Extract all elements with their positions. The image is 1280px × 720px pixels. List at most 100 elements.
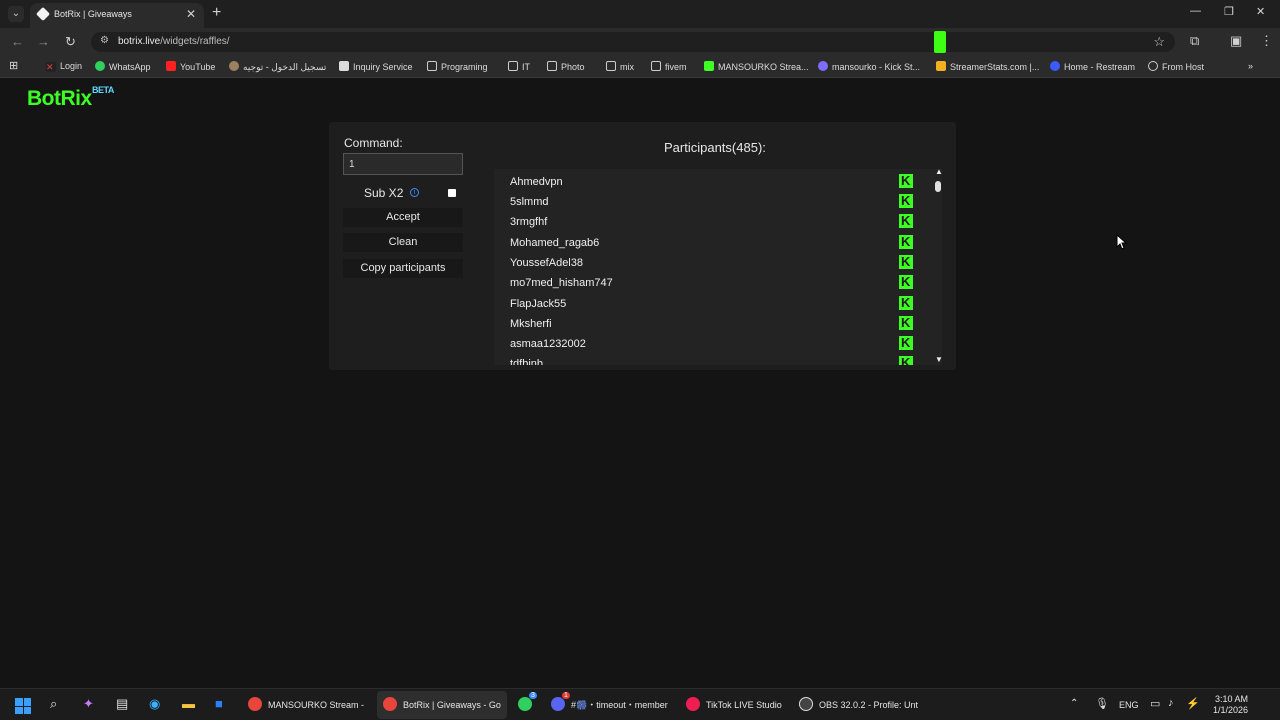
kick-icon xyxy=(899,173,913,188)
participants-list[interactable]: Ahmedvpn 5slmmd 3rmgfhf Mohamed_ragab6 Y… xyxy=(494,169,942,365)
sub-x2-checkbox[interactable] xyxy=(448,189,456,197)
bookmark-folder-mix[interactable]: mix xyxy=(606,61,634,72)
list-item: YoussefAdel38 xyxy=(510,253,920,273)
bookmark-kick[interactable]: mansourko - Kick St... xyxy=(818,61,920,72)
list-item: FlapJack55 xyxy=(510,294,920,314)
reload-icon[interactable]: ↻ xyxy=(65,34,76,50)
command-label: Command: xyxy=(344,136,403,150)
taskbar-obs[interactable]: OBS 32.0.2 - Profile: Unt xyxy=(799,697,918,711)
more-bookmarks-icon[interactable]: » xyxy=(1248,61,1253,71)
bookmark-streamerstats[interactable]: StreamerStats.com |... xyxy=(936,61,1039,72)
language-indicator[interactable]: ENG xyxy=(1119,700,1139,710)
page-content: BotRix BETA Command: Sub X2 i Accept Cle… xyxy=(0,79,1280,688)
close-window-icon[interactable]: ✕ xyxy=(1256,5,1265,18)
list-item: tdfbjnb xyxy=(510,354,920,365)
new-tab-icon[interactable]: + xyxy=(212,4,221,22)
browser-tab[interactable]: BotRix | Giveaways ✕ xyxy=(30,3,204,28)
bookmark-login[interactable]: ✕ Login xyxy=(46,61,82,72)
system-clock[interactable]: 3:10 AM 1/1/2026 xyxy=(1210,694,1248,716)
bookmarks-bar: ⊞ ✕ Login WhatsApp YouTube تسجيل الدخول -… xyxy=(0,56,1280,78)
bookmark-from-host[interactable]: From Host xyxy=(1148,61,1204,72)
clean-button[interactable]: Clean xyxy=(343,233,463,252)
url-text[interactable]: botrix.live/widgets/raffles/ xyxy=(118,36,230,47)
taskbar-chrome-botrix[interactable]: BotRix | Giveaways - Go xyxy=(383,697,501,711)
raffle-panel: Command: Sub X2 i Accept Clean Copy part… xyxy=(329,122,956,370)
search-icon[interactable]: ⌕ xyxy=(50,696,57,712)
mouse-cursor-icon xyxy=(1116,234,1128,250)
info-icon[interactable]: i xyxy=(410,188,419,197)
app-icon[interactable]: ▤ xyxy=(116,696,128,712)
outlook-icon[interactable]: ■ xyxy=(215,696,223,711)
taskbar: ⌕ ✦ ▤ ◉ ▬ ■ MANSOURKO Stream - BotRix | … xyxy=(0,688,1280,720)
volume-icon[interactable]: ♪ xyxy=(1168,697,1174,709)
bookmark-folder-programing[interactable]: Programing xyxy=(427,61,488,72)
copilot-icon[interactable]: ✦ xyxy=(83,696,94,712)
bookmark-whatsapp[interactable]: WhatsApp xyxy=(95,61,151,72)
bookmark-folder-it[interactable]: IT xyxy=(508,61,530,72)
participants-title: Participants(485): xyxy=(664,140,766,155)
address-bar[interactable]: ⚙ botrix.live/widgets/raffles/ ☆ xyxy=(91,32,1175,52)
bookmark-login-arabic[interactable]: تسجيل الدخول - توجيه xyxy=(229,61,326,73)
show-hidden-icons-icon[interactable]: ⌃ xyxy=(1070,698,1078,709)
bookmark-folder-fivem[interactable]: fivem xyxy=(651,61,687,72)
taskbar-discord[interactable]: 1 #⁠🎆・timeout・member xyxy=(551,692,668,711)
kick-icon xyxy=(899,234,913,249)
browser-toolbar: ← → ↻ ⚙ botrix.live/widgets/raffles/ ☆ xyxy=(0,28,1280,56)
list-item: Ahmedvpn xyxy=(510,172,920,192)
file-explorer-icon[interactable]: ▬ xyxy=(182,696,195,711)
kick-icon xyxy=(899,193,913,208)
kick-icon xyxy=(899,355,913,365)
green-extension-icon[interactable] xyxy=(934,31,946,53)
taskbar-chrome-mansourko[interactable]: MANSOURKO Stream - xyxy=(248,697,364,711)
list-item: mo7med_hisham747 xyxy=(510,273,920,293)
forward-icon[interactable]: → xyxy=(37,34,50,49)
bookmark-folder-photo[interactable]: Photo xyxy=(547,61,585,72)
bookmark-star-icon[interactable]: ☆ xyxy=(1153,34,1165,50)
bookmark-inquiry[interactable]: Inquiry Service xyxy=(339,61,413,72)
microphone-icon[interactable]: 🎙 xyxy=(1095,697,1109,710)
windows-start-icon[interactable] xyxy=(15,698,31,714)
list-item: Mohamed_ragab6 xyxy=(510,233,920,253)
site-info-icon[interactable]: ⚙ xyxy=(100,35,109,46)
bookmark-youtube[interactable]: YouTube xyxy=(166,61,215,72)
taskbar-whatsapp[interactable]: 3 xyxy=(518,692,538,711)
whatsapp-badge: 3 xyxy=(529,692,537,699)
extensions-icon[interactable]: ⧉ xyxy=(1190,33,1199,49)
scroll-up-arrow-icon[interactable]: ▲ xyxy=(935,167,943,176)
battery-icon[interactable]: ⚡ xyxy=(1186,697,1200,710)
beta-badge: BETA xyxy=(92,85,114,95)
sub-x2-label: Sub X2 xyxy=(364,186,404,200)
tab-search-icon[interactable]: ⌄ xyxy=(8,6,24,22)
list-item: 3rmgfhf xyxy=(510,212,920,232)
kick-icon xyxy=(899,254,913,269)
kick-icon xyxy=(899,295,913,310)
kick-icon xyxy=(899,335,913,350)
clock-date: 1/1/2026 xyxy=(1212,705,1248,715)
maximize-icon[interactable]: ❐ xyxy=(1224,5,1234,18)
tab-title: BotRix | Giveaways xyxy=(54,9,132,19)
scrollbar-thumb[interactable] xyxy=(935,181,941,192)
edge-icon[interactable]: ◉ xyxy=(149,696,160,712)
kick-icon xyxy=(899,213,913,228)
minimize-icon[interactable]: — xyxy=(1190,5,1201,17)
list-item: Mksherfi xyxy=(510,314,920,334)
close-tab-icon[interactable]: ✕ xyxy=(186,7,196,21)
apps-grid-icon[interactable]: ⊞ xyxy=(9,59,18,72)
copy-participants-button[interactable]: Copy participants xyxy=(343,259,463,278)
menu-icon[interactable]: ⋮ xyxy=(1260,33,1273,49)
command-input[interactable] xyxy=(343,153,463,175)
kick-icon xyxy=(899,274,913,289)
cast-icon[interactable]: ▣ xyxy=(1230,33,1242,49)
clock-time: 3:10 AM xyxy=(1214,694,1248,704)
back-icon[interactable]: ← xyxy=(11,34,24,49)
scroll-down-arrow-icon[interactable]: ▼ xyxy=(935,355,943,364)
accept-button[interactable]: Accept xyxy=(343,208,463,227)
bookmark-restream[interactable]: Home - Restream xyxy=(1050,61,1135,72)
discord-badge: 1 xyxy=(562,692,570,699)
network-icon[interactable]: ▭ xyxy=(1150,697,1160,710)
kick-icon xyxy=(899,315,913,330)
botrix-logo[interactable]: BotRix BETA xyxy=(27,85,114,111)
browser-tab-bar: ⌄ BotRix | Giveaways ✕ + — ❐ ✕ xyxy=(0,0,1280,28)
taskbar-tiktok-live[interactable]: TikTok LIVE Studio xyxy=(686,697,782,711)
bookmark-mansourko-stream[interactable]: MANSOURKO Strea... xyxy=(704,61,809,72)
